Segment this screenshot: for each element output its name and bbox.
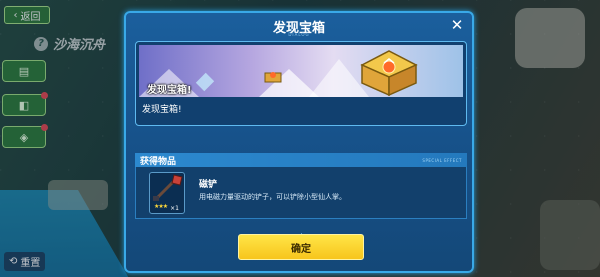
small-chest-icon — [264, 72, 282, 83]
close-button[interactable]: ✕ — [448, 16, 466, 34]
item-description: 用电磁力量驱动的铲子，可以铲除小型仙人掌。 — [199, 193, 346, 201]
item-rarity-stars: ★★★ — [154, 203, 168, 210]
item-name: 磁铲 — [199, 180, 218, 190]
treasure-dialog: 发现宝箱 DIALOG ✕ 发现宝箱! 发现宝箱! 获得物品 SPECIAL E… — [124, 11, 474, 273]
item-count: ×1 — [170, 205, 179, 212]
treasure-chest-icon — [360, 50, 418, 97]
banner-caption: 发现宝箱! — [147, 85, 192, 96]
items-section-tag: SPECIAL EFFECT — [422, 157, 462, 163]
dialog-subtitle: DIALOG — [288, 32, 310, 37]
reward-panel: 发现宝箱! 发现宝箱! — [135, 41, 467, 126]
items-section-title: 获得物品 — [140, 156, 177, 167]
item-slot[interactable]: ★★★ ×1 — [149, 172, 185, 214]
confirm-label: 确定 — [291, 243, 311, 255]
items-section-header: 获得物品 SPECIAL EFFECT — [135, 153, 467, 167]
close-icon: ✕ — [450, 16, 464, 34]
magnetic-shovel-icon — [153, 174, 183, 201]
dialog-header: 发现宝箱 DIALOG — [126, 13, 472, 39]
confirm-button[interactable]: 确定 — [238, 234, 364, 260]
item-panel: ★★★ ×1 磁铲 用电磁力量驱动的铲子，可以铲除小型仙人掌。 — [135, 167, 467, 219]
reward-description: 发现宝箱! — [142, 105, 182, 115]
treasure-banner-image: 发现宝箱! — [139, 45, 463, 97]
